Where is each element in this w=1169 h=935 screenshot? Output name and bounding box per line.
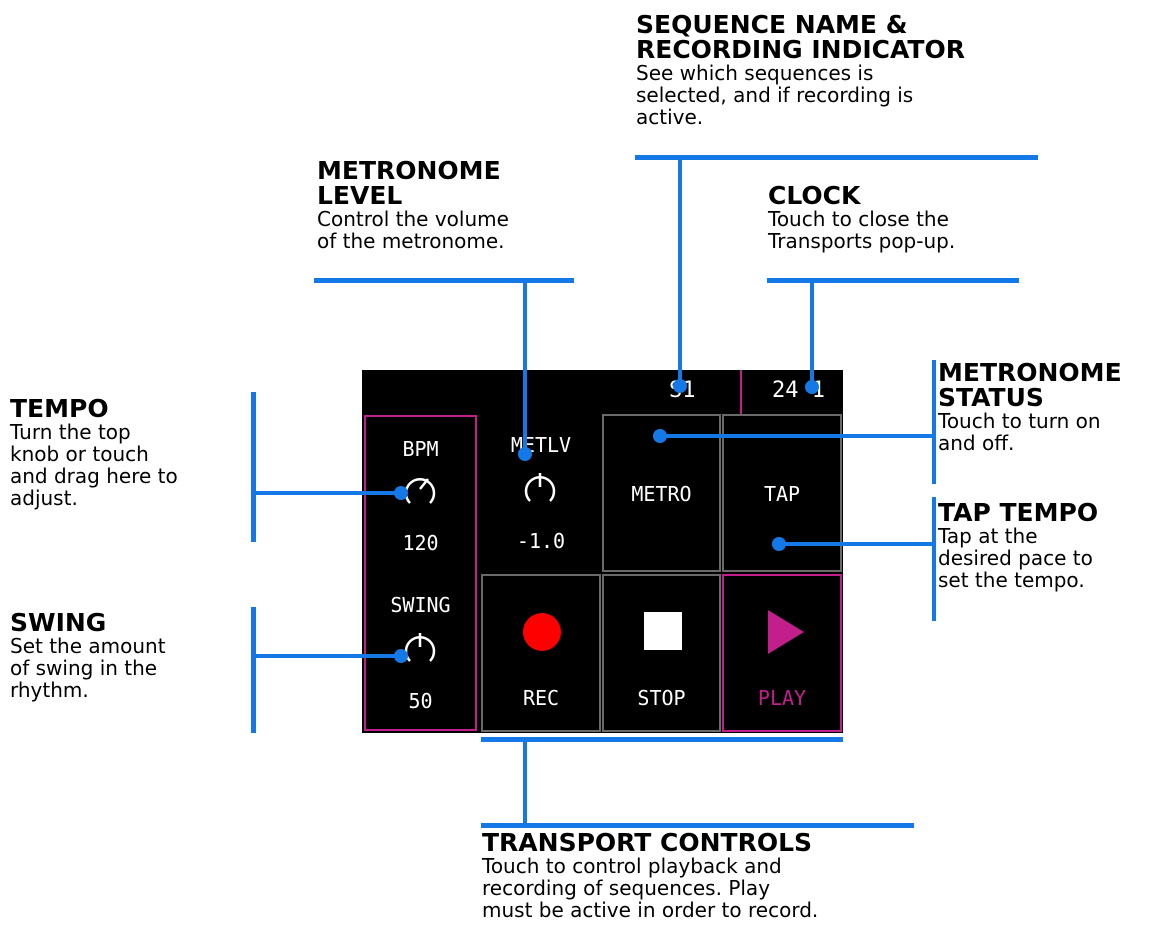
tempo-callout-title: TEMPO [10,394,109,423]
swing-callout-desc-1: Set the amount [10,634,166,658]
metro-label: METRO [631,482,692,506]
top-bar: S1 24 1 [362,370,843,414]
swing-callout-bar [251,607,256,733]
sequence-callout-title-1: SEQUENCE NAME & [636,10,908,39]
swing-callout-title: SWING [10,608,107,637]
metlv-label: METLV [510,433,572,457]
metlv-callout: METRONOME LEVEL Control the volume of th… [317,158,509,252]
tap-callout-stem [780,542,934,546]
metlv-callout-dot [518,447,532,461]
transport-callout-top-bar [481,737,843,742]
transport-callout-desc-3: must be active in order to record. [482,898,819,922]
rec-button[interactable]: REC [481,574,601,732]
metro-status-callout-desc-2: and off. [938,431,1015,455]
tempo-callout-desc-2: knob or touch [10,442,149,466]
stop-icon [644,612,682,650]
metro-status-callout-dot [653,429,667,443]
play-icon [768,610,804,654]
tempo-callout-desc-3: and drag here to [10,464,178,488]
clock-button[interactable]: 24 1 [740,370,845,414]
metlv-callout-title-1: METRONOME [317,156,501,185]
bpm-value: 120 [402,531,439,555]
tap-callout-dot [772,537,786,551]
clock-callout-title: CLOCK [768,181,861,210]
metlv-callout-title-2: LEVEL [317,181,403,210]
tempo-callout-desc-4: adjust. [10,486,78,510]
swing-callout-desc-3: rhythm. [10,678,89,702]
tap-callout-bar [932,497,936,621]
tempo-callout-stem [253,491,401,495]
transport-callout: TRANSPORT CONTROLS Touch to control play… [482,830,818,921]
tap-callout-title: TAP TEMPO [938,498,1099,527]
swing-callout-dot [394,649,408,663]
stop-button[interactable]: STOP [602,574,721,732]
transport-callout-title: TRANSPORT CONTROLS [482,828,813,857]
swing-knob-icon[interactable] [402,629,438,665]
metronome-level-control[interactable]: METLV -1.0 [482,415,600,570]
metro-status-callout-bar [932,360,936,484]
tap-label: TAP [763,482,801,506]
tempo-callout: TEMPO Turn the top knob or touch and dra… [10,396,178,509]
tempo-callout-desc-1: Turn the top [10,420,131,444]
swing-callout-desc-2: of swing in the [10,656,158,680]
metro-status-callout-title-2: STATUS [938,383,1044,412]
clock-callout: CLOCK Touch to close the Transports pop-… [768,183,955,252]
swing-callout: SWING Set the amount of swing in the rhy… [10,610,166,701]
metlv-value: -1.0 [516,529,566,553]
tap-callout-desc-3: set the tempo. [938,568,1085,592]
clock-callout-desc-2: Transports pop-up. [768,229,956,253]
clock-callout-bar [767,278,1019,283]
sequence-callout-title-2: RECORDING INDICATOR [636,35,965,64]
swing-label: SWING [390,593,451,617]
metlv-callout-desc-2: of the metronome. [317,229,505,253]
sequence-callout-bar [635,155,1038,160]
metlv-callout-desc-1: Control the volume [317,207,509,231]
sequence-callout-stem [678,158,682,384]
clock-callout-stem [810,281,814,385]
play-label: PLAY [757,686,807,710]
transport-callout-stem [523,740,527,825]
metro-status-callout-desc-1: Touch to turn on [938,409,1101,433]
play-button[interactable]: PLAY [722,574,842,732]
transport-callout-desc-1: Touch to control playback and [482,854,782,878]
metro-status-callout-title-1: METRONOME [938,358,1122,387]
metlv-callout-stem [523,281,527,453]
sequence-callout: SEQUENCE NAME & RECORDING INDICATOR See … [636,12,965,128]
clock-callout-dot [805,380,819,394]
transport-screen: S1 24 1 BPM 120 SWING 50 METLV -1.0 METR… [362,370,843,733]
metro-status-callout: METRONOME STATUS Touch to turn on and of… [938,360,1122,454]
sequence-callout-desc-1: See which sequences is [636,61,874,85]
bpm-knob-icon[interactable] [402,471,438,507]
rec-label: REC [522,686,560,710]
tempo-swing-panel[interactable]: BPM 120 SWING 50 [364,415,477,731]
swing-callout-stem [253,654,401,658]
tempo-callout-bar [251,392,256,542]
metlv-callout-bar [314,278,574,283]
stop-label: STOP [637,686,686,710]
sequence-callout-dot [673,379,687,393]
metlv-knob-icon[interactable] [522,469,558,505]
tap-callout: TAP TEMPO Tap at the desired pace to set… [938,500,1098,591]
sequence-callout-desc-2: selected, and if recording is [636,83,914,107]
swing-value: 50 [408,689,433,713]
sequence-callout-desc-3: active. [636,105,704,129]
tap-callout-desc-2: desired pace to [938,546,1093,570]
tempo-callout-dot [394,486,408,500]
tap-callout-desc-1: Tap at the [938,524,1038,548]
transport-callout-desc-2: recording of sequences. Play [482,876,771,900]
metro-status-callout-stem [662,434,934,438]
bpm-label: BPM [402,437,439,461]
record-icon [523,613,561,651]
clock-callout-desc-1: Touch to close the [768,207,949,231]
